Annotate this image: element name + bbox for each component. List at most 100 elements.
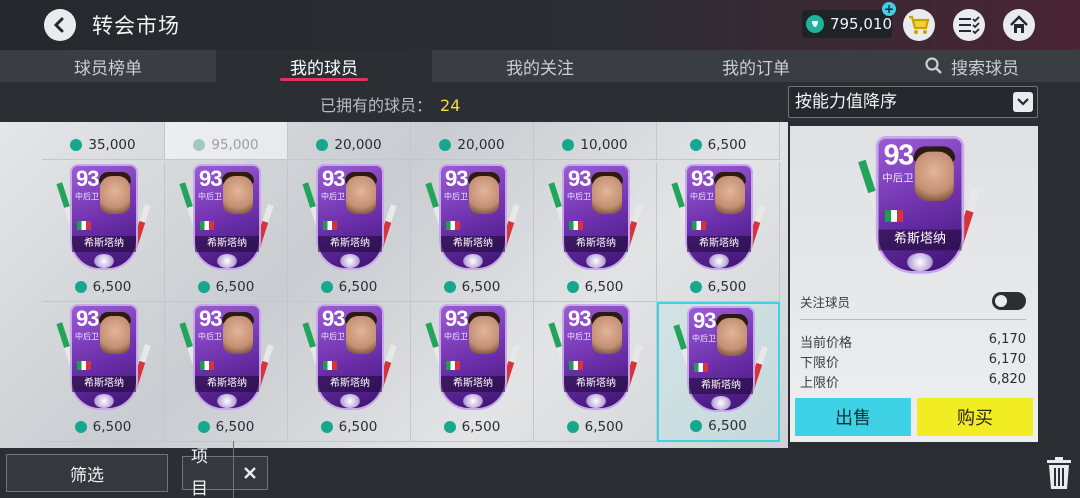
price-value: 95,000 xyxy=(211,137,259,153)
page-title: 转会市场 xyxy=(92,14,180,38)
price-value: 6,500 xyxy=(215,419,255,435)
player-grid-cell[interactable]: 6,500 xyxy=(657,122,780,160)
coin-icon xyxy=(806,15,824,33)
player-rating: 93 xyxy=(693,308,717,333)
player-rating: 93 xyxy=(568,166,592,191)
player-rating: 93 xyxy=(445,166,469,191)
player-rating: 93 xyxy=(199,166,223,191)
player-price: 95,000 xyxy=(165,135,287,155)
player-grid-cell[interactable]: 20,000 xyxy=(411,122,534,160)
tab-my-watchlist[interactable]: 我的关注 xyxy=(432,50,648,82)
trash-icon[interactable] xyxy=(1045,456,1073,490)
ball-icon xyxy=(907,253,933,272)
coin-icon xyxy=(70,139,83,151)
player-card: 93 中后卫 希斯塔纳 xyxy=(671,164,766,276)
player-grid-cell[interactable]: 93 中后卫 希斯塔纳 6,500 xyxy=(42,302,165,442)
filter-chip: 项目 xyxy=(182,441,268,498)
max-price-label: 上限价 xyxy=(800,376,840,391)
player-price: 6,500 xyxy=(288,277,410,297)
italy-flag-icon xyxy=(200,361,214,370)
player-card: 93 中后卫 希斯塔纳 xyxy=(548,164,643,276)
ball-icon xyxy=(586,254,606,268)
player-name: 希斯塔纳 xyxy=(72,236,136,252)
player-grid: 35,000 95,000 20,000 20,000 10,000 6,500 93 中后卫… xyxy=(0,122,788,448)
back-button[interactable] xyxy=(44,9,76,41)
player-grid-cell[interactable]: 10,000 xyxy=(534,122,657,160)
player-grid-cell[interactable]: 93 中后卫 希斯塔纳 6,500 xyxy=(534,162,657,302)
player-card: 93 中后卫 希斯塔纳 xyxy=(425,164,520,276)
player-price: 6,500 xyxy=(42,277,164,297)
player-grid-cell[interactable]: 95,000 xyxy=(165,122,288,160)
home-button[interactable] xyxy=(1003,9,1035,41)
player-name: 希斯塔纳 xyxy=(687,236,751,252)
player-grid-cell[interactable]: 93 中后卫 希斯塔纳 6,500 xyxy=(165,162,288,302)
coin-icon xyxy=(566,421,579,433)
player-card: 93 中后卫 希斯塔纳 xyxy=(56,304,151,416)
price-value: 6,500 xyxy=(215,279,255,295)
player-name: 希斯塔纳 xyxy=(689,378,753,394)
coin-icon xyxy=(74,421,87,433)
price-value: 6,500 xyxy=(707,137,747,153)
player-rating: 93 xyxy=(445,306,469,331)
player-grid-cell[interactable]: 93 中后卫 希斯塔纳 6,500 xyxy=(534,302,657,442)
player-grid-cell[interactable]: 93 中后卫 希斯塔纳 6,500 xyxy=(657,162,780,302)
player-price: 6,500 xyxy=(657,135,779,155)
player-grid-cell[interactable]: 93 中后卫 希斯塔纳 6,500 xyxy=(288,302,411,442)
current-price-row: 当前价格 6,170 xyxy=(800,332,1026,351)
player-portrait xyxy=(346,316,376,354)
buy-button[interactable]: 购买 xyxy=(917,398,1033,436)
ball-icon xyxy=(340,394,360,408)
player-grid-cell[interactable]: 93 中后卫 希斯塔纳 6,500 xyxy=(411,302,534,442)
tab-player-rankings[interactable]: 球员榜单 xyxy=(0,50,216,82)
italy-flag-icon xyxy=(200,221,214,230)
shop-cart-button[interactable] xyxy=(903,9,935,41)
player-price: 35,000 xyxy=(42,135,164,155)
player-name: 希斯塔纳 xyxy=(441,236,505,252)
task-list-button[interactable] xyxy=(953,9,985,41)
player-grid-cell[interactable]: 35,000 xyxy=(42,122,165,160)
sort-dropdown[interactable]: 按能力值降序 xyxy=(788,86,1038,118)
coin-icon xyxy=(566,281,579,293)
ball-icon xyxy=(463,254,483,268)
coin-icon xyxy=(689,281,702,293)
player-rating: 93 xyxy=(199,306,223,331)
coin-icon xyxy=(74,281,87,293)
player-portrait xyxy=(469,176,499,214)
player-grid-cell[interactable]: 93 中后卫 希斯塔纳 6,500 xyxy=(42,162,165,302)
player-portrait xyxy=(469,316,499,354)
italy-flag-icon xyxy=(884,210,904,222)
price-value: 6,500 xyxy=(461,419,501,435)
close-icon[interactable] xyxy=(234,457,268,489)
tab-my-players[interactable]: 我的球员 xyxy=(216,50,432,82)
owned-players-count: 已拥有的球员： 24 xyxy=(320,92,460,116)
player-position: 中后卫 xyxy=(198,192,222,201)
italy-flag-icon xyxy=(446,361,460,370)
italy-flag-icon xyxy=(446,221,460,230)
player-position: 中后卫 xyxy=(198,332,222,341)
player-portrait xyxy=(223,176,253,214)
coin-icon xyxy=(690,420,703,432)
ball-icon xyxy=(711,396,731,410)
player-grid-cell[interactable]: 93 中后卫 希斯塔纳 6,500 xyxy=(288,162,411,302)
filter-button[interactable]: 筛选 xyxy=(6,454,168,492)
tab-search-players[interactable]: 搜索球员 xyxy=(864,50,1080,82)
add-coins-button[interactable]: + xyxy=(882,2,896,16)
player-rating: 93 xyxy=(76,306,100,331)
player-grid-cell[interactable]: 93 中后卫 希斯塔纳 6,500 xyxy=(411,162,534,302)
coin-icon xyxy=(439,139,452,151)
player-rating: 93 xyxy=(691,166,715,191)
player-card: 93 中后卫 希斯塔纳 xyxy=(302,164,397,276)
italy-flag-icon xyxy=(77,361,91,370)
tab-my-orders[interactable]: 我的订单 xyxy=(648,50,864,82)
player-grid-cell[interactable]: 93 中后卫 希斯塔纳 6,500 xyxy=(657,302,780,442)
ball-icon xyxy=(94,254,114,268)
follow-toggle[interactable] xyxy=(992,292,1026,310)
player-grid-cell[interactable]: 20,000 xyxy=(288,122,411,160)
player-name: 希斯塔纳 xyxy=(878,229,962,251)
chevron-down-icon xyxy=(1013,92,1033,112)
sell-button[interactable]: 出售 xyxy=(795,398,911,436)
player-price: 6,500 xyxy=(165,417,287,437)
player-grid-cell[interactable]: 93 中后卫 希斯塔纳 6,500 xyxy=(165,302,288,442)
player-position: 中后卫 xyxy=(692,334,716,343)
coin-balance[interactable]: 795,010 xyxy=(802,10,892,38)
